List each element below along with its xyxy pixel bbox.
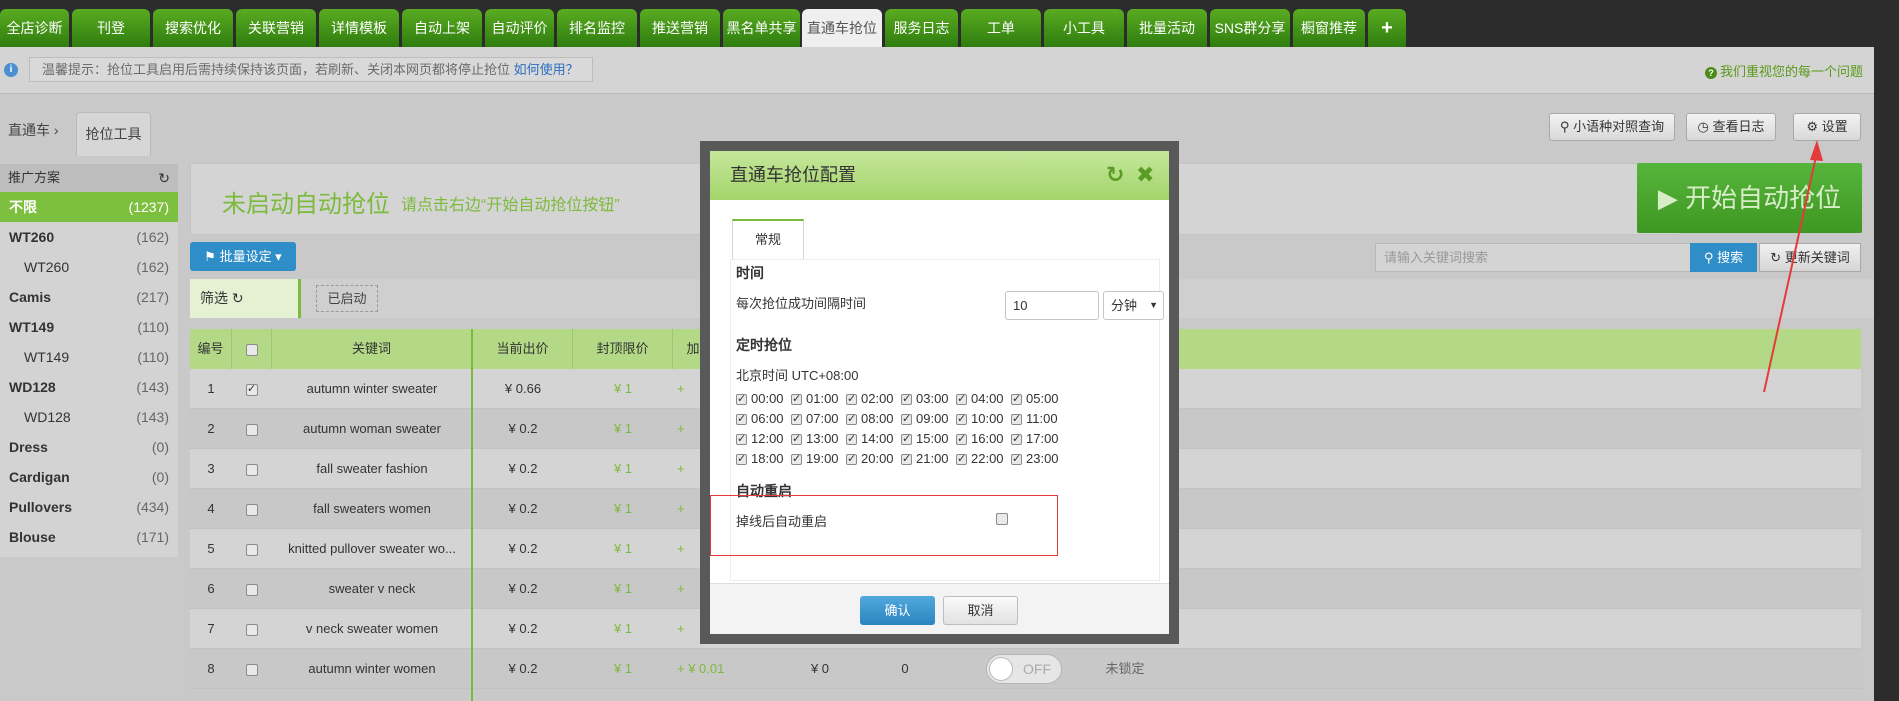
annotation-arrow [1763,140,1823,393]
arrow-line [1763,151,1818,393]
arrow-head [1810,140,1823,161]
